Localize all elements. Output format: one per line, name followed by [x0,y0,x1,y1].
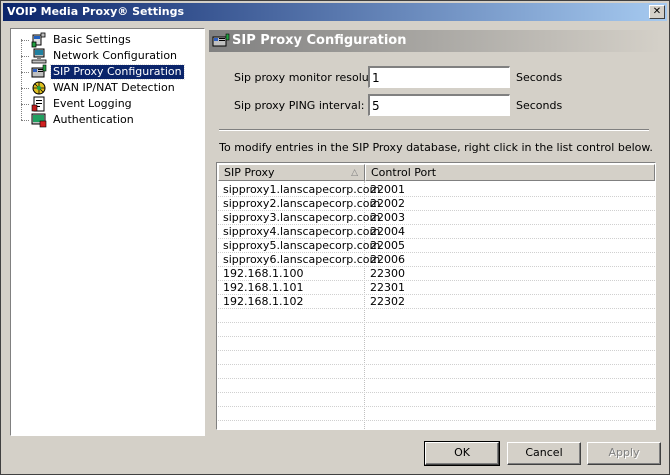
table-row[interactable]: 192.168.1.101 22301 [218,281,655,295]
control-port-cell: 22005 [370,239,405,252]
divider [219,129,649,131]
sip-proxy-cell: sipproxy5.lanscapecorp.com [223,239,381,252]
column-header-label: SIP Proxy [224,166,275,179]
tree-item-label: Basic Settings [53,33,131,46]
table-row[interactable] [218,351,655,365]
sort-ascending-icon: △ [351,168,358,178]
sip-proxy-icon [212,33,230,47]
cancel-button[interactable]: Cancel [507,442,581,465]
table-row[interactable] [218,337,655,351]
sip-proxy-icon [31,64,47,78]
page-title: SIP Proxy Configuration [232,33,407,48]
control-port-cell: 22001 [370,183,405,196]
sip-proxy-cell: sipproxy2.lanscapecorp.com [223,197,381,210]
table-row[interactable]: sipproxy2.lanscapecorp.com 22002 [218,197,655,211]
table-row[interactable]: sipproxy5.lanscapecorp.com 22005 [218,239,655,253]
sip-proxy-cell: sipproxy4.lanscapecorp.com [223,225,381,238]
tree-item-label: WAN IP/NAT Detection [53,81,175,94]
close-button[interactable]: ✕ [649,5,665,19]
sip-proxy-cell: 192.168.1.100 [223,267,304,280]
column-header-control-port[interactable]: Control Port [365,164,655,181]
tree-item-label: SIP Proxy Configuration [50,64,185,80]
sip-proxy-cell: 192.168.1.102 [223,295,304,308]
settings-tree: Basic Settings Network Configuration SIP… [10,28,205,436]
table-row[interactable] [218,393,655,407]
settings-icon [31,32,46,48]
control-port-cell: 22302 [370,295,405,308]
table-row[interactable]: sipproxy6.lanscapecorp.com 22006 [218,253,655,267]
list-hint-text: To modify entries in the SIP Proxy datab… [219,141,653,154]
sip-proxy-list[interactable]: SIP Proxy △ Control Port sipproxy1.lansc… [216,162,656,430]
control-port-cell: 22300 [370,267,405,280]
tree-connector-line [21,39,22,120]
monitor-resolution-input[interactable] [368,66,510,88]
table-row[interactable]: sipproxy1.lanscapecorp.com 22001 [218,183,655,197]
ok-button[interactable]: OK [424,441,500,466]
tree-item-label: Event Logging [53,97,132,110]
control-port-cell: 22006 [370,253,405,266]
ping-interval-label: Sip proxy PING interval: [234,99,365,112]
tree-item-label: Authentication [53,113,134,126]
table-row[interactable] [218,323,655,337]
control-port-cell: 22301 [370,281,405,294]
apply-button[interactable]: Apply [587,442,661,465]
table-row[interactable] [218,365,655,379]
sip-proxy-cell: sipproxy6.lanscapecorp.com [223,253,381,266]
title-bar[interactable]: VOIP Media Proxy® Settings ✕ [3,3,667,21]
table-row[interactable]: 192.168.1.102 22302 [218,295,655,309]
event-log-icon [31,96,45,112]
table-row[interactable] [218,309,655,323]
tree-item-label: Network Configuration [53,49,178,62]
table-row[interactable]: 192.168.1.100 22300 [218,267,655,281]
ping-interval-unit: Seconds [516,99,563,112]
column-header-sip-proxy[interactable]: SIP Proxy △ [218,164,365,181]
network-icon [31,48,47,64]
sip-proxy-cell: 192.168.1.101 [223,281,304,294]
column-header-label: Control Port [371,166,437,179]
sip-proxy-cell: sipproxy1.lanscapecorp.com [223,183,381,196]
authentication-icon [31,113,47,128]
settings-window: VOIP Media Proxy® Settings ✕ Basic Setti… [0,0,670,475]
wan-detection-icon [32,81,46,95]
ping-interval-input[interactable] [368,94,510,116]
table-row[interactable] [218,379,655,393]
control-port-cell: 22004 [370,225,405,238]
section-header: SIP Proxy Configuration [209,30,661,52]
window-title: VOIP Media Proxy® Settings [7,5,185,18]
sip-proxy-cell: sipproxy3.lanscapecorp.com [223,211,381,224]
control-port-cell: 22002 [370,197,405,210]
table-row[interactable]: sipproxy4.lanscapecorp.com 22004 [218,225,655,239]
table-row[interactable]: sipproxy3.lanscapecorp.com 22003 [218,211,655,225]
control-port-cell: 22003 [370,211,405,224]
monitor-resolution-unit: Seconds [516,71,563,84]
table-row[interactable] [218,407,655,421]
